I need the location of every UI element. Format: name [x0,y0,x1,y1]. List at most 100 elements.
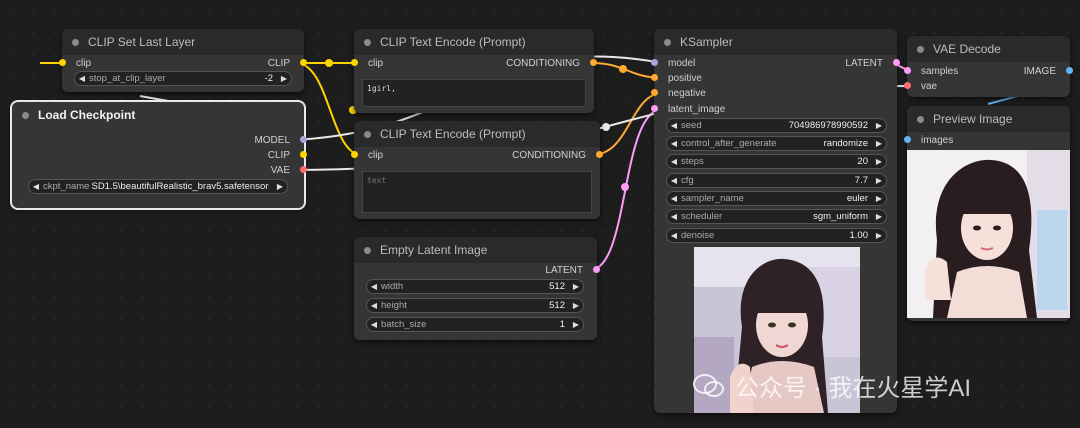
arrow-right-icon[interactable]: ▶ [872,121,886,130]
socket-icon[interactable] [351,151,358,158]
socket-icon[interactable] [893,59,900,66]
socket-icon[interactable] [651,105,658,112]
arrow-left-icon[interactable]: ◀ [75,74,89,83]
node-ksampler[interactable]: KSampler model LATENT positive negative … [651,29,900,413]
output-slot-clip[interactable]: CLIP [268,56,307,70]
arrow-right-icon[interactable]: ▶ [569,301,583,310]
output-slot-conditioning[interactable]: CONDITIONING [506,56,597,70]
socket-icon[interactable] [300,166,307,173]
arrow-left-icon[interactable]: ◀ [667,157,681,166]
socket-icon[interactable] [596,151,603,158]
output-slot-latent[interactable]: LATENT [545,263,600,277]
reroute-dot[interactable] [621,183,629,191]
collapse-dot-icon[interactable] [364,130,371,138]
socket-icon[interactable] [1066,67,1073,74]
output-slot-model[interactable]: MODEL [254,133,307,147]
arrow-right-icon[interactable]: ▶ [872,176,886,185]
input-slot-clip[interactable]: clip [351,148,383,162]
socket-icon[interactable] [300,136,307,143]
arrow-left-icon[interactable]: ◀ [667,121,681,130]
widget-control-after-generate[interactable]: ◀ control_after_generate randomize ▶ [666,136,887,151]
collapse-dot-icon[interactable] [364,246,371,254]
widget-seed[interactable]: ◀ seed 704986978990592 ▶ [666,118,887,133]
arrow-right-icon[interactable]: ▶ [277,74,291,83]
arrow-right-icon[interactable]: ▶ [569,320,583,329]
node-header[interactable]: KSampler [654,29,897,55]
collapse-dot-icon[interactable] [72,38,79,46]
output-slot-vae[interactable]: VAE [271,163,307,177]
arrow-left-icon[interactable]: ◀ [29,182,43,191]
arrow-left-icon[interactable]: ◀ [667,176,681,185]
collapse-dot-icon[interactable] [917,115,924,123]
widget-scheduler[interactable]: ◀ scheduler sgm_uniform ▶ [666,209,887,224]
input-slot-positive[interactable]: positive [651,71,702,85]
node-empty-latent-image[interactable]: Empty Latent Image LATENT ◀ width 512 ▶ … [354,237,600,340]
output-slot-clip[interactable]: CLIP [268,148,307,162]
input-slot-clip[interactable]: clip [351,56,383,70]
collapse-dot-icon[interactable] [664,38,671,46]
input-slot-vae[interactable]: vae [904,79,937,93]
socket-icon[interactable] [593,266,600,273]
widget-denoise[interactable]: ◀ denoise 1.00 ▶ [666,228,887,243]
arrow-right-icon[interactable]: ▶ [569,282,583,291]
output-slot-latent[interactable]: LATENT [845,56,900,70]
arrow-left-icon[interactable]: ◀ [367,301,381,310]
arrow-right-icon[interactable]: ▶ [872,139,886,148]
arrow-left-icon[interactable]: ◀ [667,194,681,203]
node-header[interactable]: Preview Image [907,106,1070,132]
arrow-right-icon[interactable]: ▶ [872,212,886,221]
node-header[interactable]: CLIP Set Last Layer [62,29,304,55]
socket-icon[interactable] [904,82,911,89]
node-clip-set-last-layer[interactable]: CLIP Set Last Layer clip CLIP ◀ stop_at_… [59,29,307,92]
socket-icon[interactable] [300,151,307,158]
arrow-right-icon[interactable]: ▶ [872,157,886,166]
arrow-left-icon[interactable]: ◀ [367,320,381,329]
arrow-left-icon[interactable]: ◀ [367,282,381,291]
node-clip-text-encode-negative[interactable]: CLIP Text Encode (Prompt) clip CONDITION… [351,121,603,219]
widget-steps[interactable]: ◀ steps 20 ▶ [666,154,887,169]
arrow-left-icon[interactable]: ◀ [667,139,681,148]
widget-stop-at-clip-layer[interactable]: ◀ stop_at_clip_layer -2 ▶ [74,71,292,86]
arrow-right-icon[interactable]: ▶ [273,182,287,191]
output-slot-image[interactable]: IMAGE [1024,64,1073,78]
socket-icon[interactable] [651,74,658,81]
output-slot-conditioning[interactable]: CONDITIONING [512,148,603,162]
arrow-right-icon[interactable]: ▶ [872,231,886,240]
socket-icon[interactable] [351,59,358,66]
prompt-textarea[interactable]: 1girl, [362,79,586,107]
node-header[interactable]: CLIP Text Encode (Prompt) [354,121,600,147]
node-clip-text-encode-positive[interactable]: CLIP Text Encode (Prompt) clip CONDITION… [351,29,597,113]
node-header[interactable]: CLIP Text Encode (Prompt) [354,29,594,55]
node-load-checkpoint[interactable]: Load Checkpoint MODEL CLIP VAE ◀ ckpt_na… [10,100,307,210]
arrow-right-icon[interactable]: ▶ [872,194,886,203]
socket-icon[interactable] [904,67,911,74]
input-slot-samples[interactable]: samples [904,64,958,78]
input-slot-negative[interactable]: negative [651,86,706,100]
arrow-left-icon[interactable]: ◀ [667,231,681,240]
socket-icon[interactable] [651,59,658,66]
node-header[interactable]: Empty Latent Image [354,237,597,263]
socket-icon[interactable] [590,59,597,66]
widget-cfg[interactable]: ◀ cfg 7.7 ▶ [666,173,887,188]
node-preview-image[interactable]: Preview Image images [904,106,1070,321]
input-slot-clip[interactable]: clip [59,56,91,70]
socket-icon[interactable] [651,89,658,96]
prompt-textarea[interactable]: text [362,171,592,213]
widget-height[interactable]: ◀ height 512 ▶ [366,298,584,313]
socket-icon[interactable] [904,136,911,143]
collapse-dot-icon[interactable] [22,111,29,119]
arrow-left-icon[interactable]: ◀ [667,212,681,221]
reroute-dot[interactable] [619,65,627,73]
socket-icon[interactable] [300,59,307,66]
node-header[interactable]: VAE Decode [907,36,1070,62]
reroute-dot[interactable] [325,59,333,67]
collapse-dot-icon[interactable] [917,45,924,53]
socket-icon[interactable] [59,59,66,66]
collapse-dot-icon[interactable] [364,38,371,46]
input-slot-latent-image[interactable]: latent_image [651,102,725,116]
widget-ckpt-name[interactable]: ◀ ckpt_name SD1.5\beautifulRealistic_bra… [28,179,288,194]
widget-batch-size[interactable]: ◀ batch_size 1 ▶ [366,317,584,332]
widget-sampler-name[interactable]: ◀ sampler_name euler ▶ [666,191,887,206]
node-header[interactable]: Load Checkpoint [12,102,304,128]
widget-width[interactable]: ◀ width 512 ▶ [366,279,584,294]
